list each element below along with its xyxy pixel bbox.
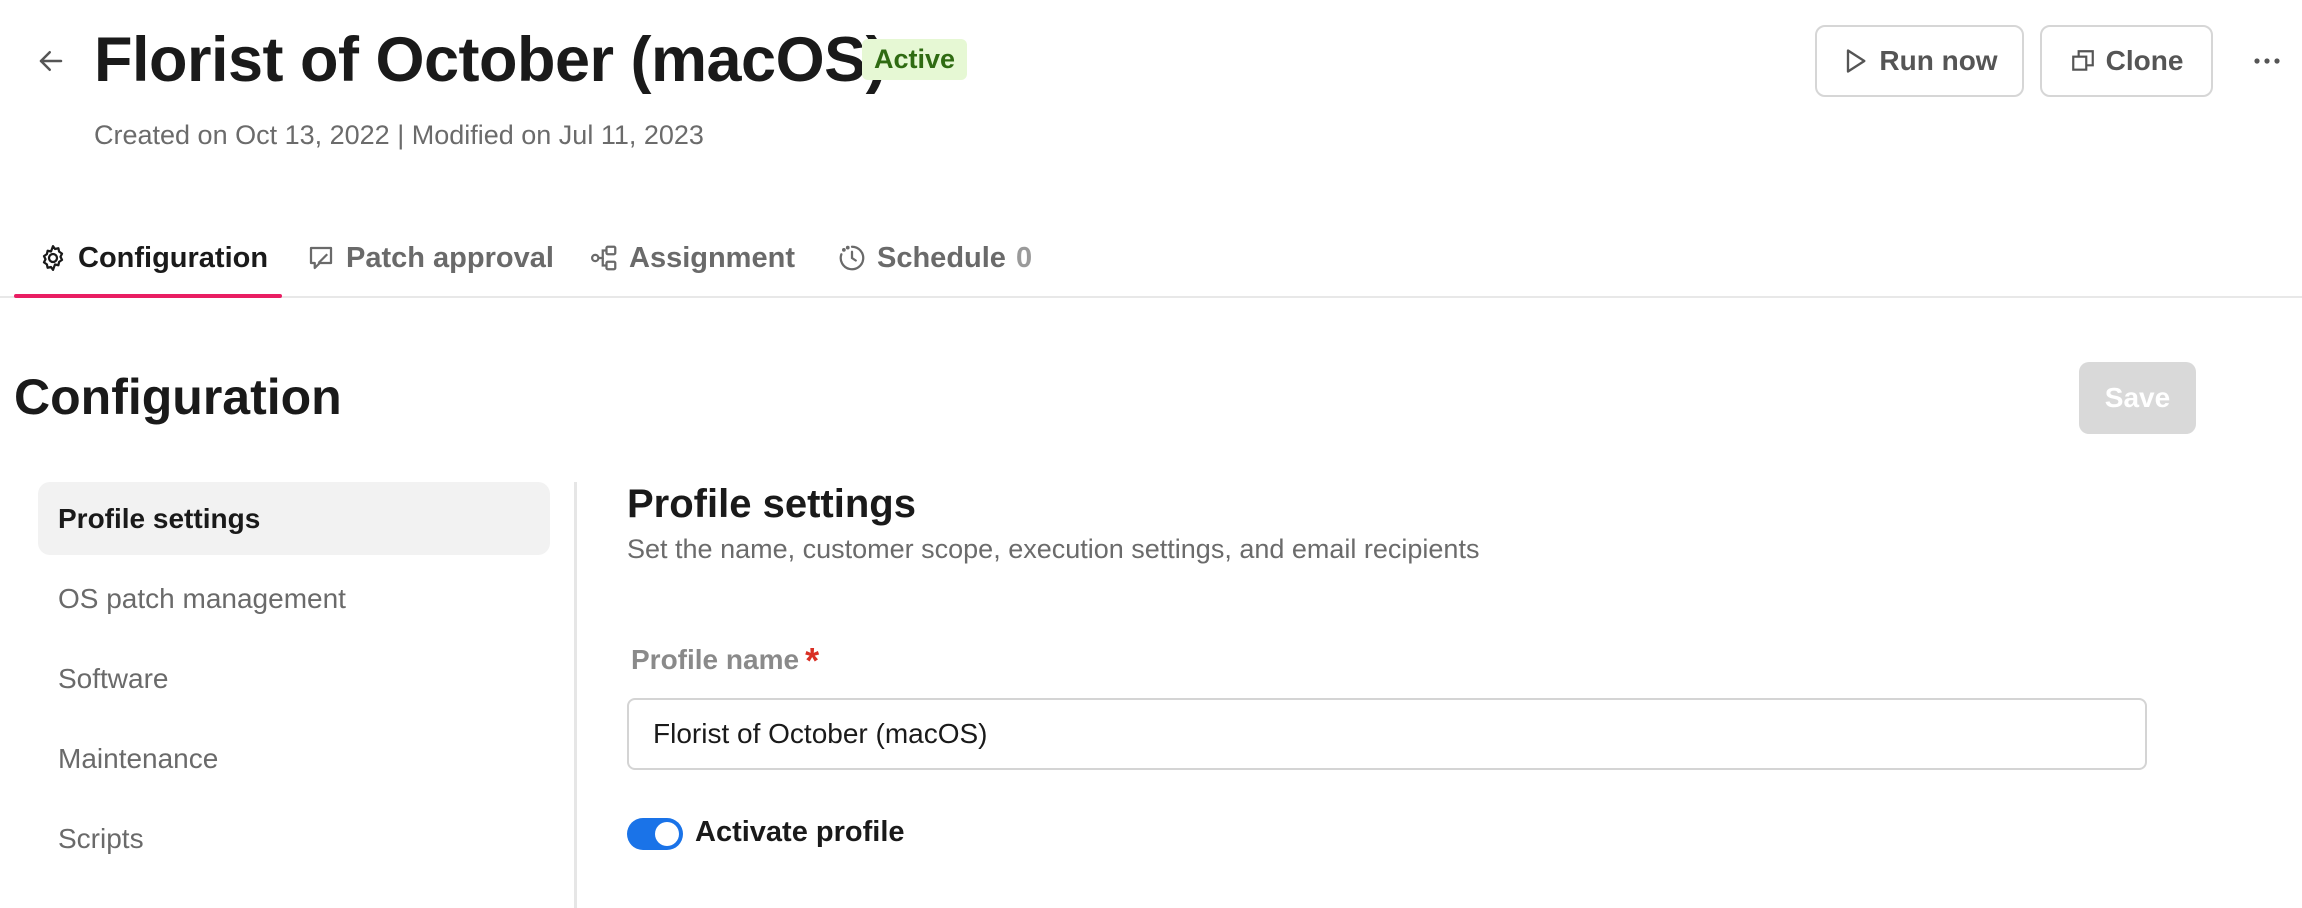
more-options-button[interactable] — [2243, 38, 2291, 84]
created-modified-info: Created on Oct 13, 2022 | Modified on Ju… — [94, 120, 704, 150]
back-button[interactable] — [28, 38, 74, 84]
tab-bar: Configuration Patch approval Assignment — [0, 218, 2302, 298]
profile-settings-subtitle: Set the name, customer scope, execution … — [627, 534, 1480, 564]
section-title: Configuration — [14, 369, 342, 425]
sidenav-item-scripts[interactable]: Scripts — [38, 802, 550, 875]
tab-schedule[interactable]: Schedule 0 — [837, 218, 1032, 298]
profile-name-label-text: Profile name — [631, 644, 800, 675]
save-button[interactable]: Save — [2079, 362, 2196, 434]
sidenav-divider — [574, 482, 577, 908]
required-indicator: * — [805, 640, 820, 681]
arrow-left-icon — [39, 51, 63, 71]
assignment-icon — [591, 245, 617, 271]
run-now-button[interactable]: Run now — [1815, 25, 2024, 97]
run-now-label: Run now — [1879, 45, 1998, 76]
more-horizontal-icon — [2254, 58, 2280, 64]
gear-icon — [42, 245, 64, 271]
toggle-knob — [655, 822, 679, 846]
tab-label: Assignment — [629, 241, 795, 274]
sidenav-item-profile-settings[interactable]: Profile settings — [38, 482, 550, 555]
copy-icon — [2071, 50, 2094, 71]
tab-label: Schedule — [877, 241, 1006, 274]
tab-label: Patch approval — [346, 241, 554, 274]
schedule-count: 0 — [1015, 241, 1033, 274]
tab-assignment[interactable]: Assignment — [589, 218, 795, 298]
sidenav-item-os-patch-management[interactable]: OS patch management — [38, 562, 550, 635]
page: Florist of October (macOS) Active Create… — [0, 0, 2302, 908]
tab-label: Configuration — [78, 241, 269, 274]
profile-name-input[interactable] — [627, 698, 2147, 770]
clone-button[interactable]: Clone — [2040, 25, 2213, 97]
schedule-icon — [839, 245, 865, 271]
sidenav-item-maintenance[interactable]: Maintenance — [38, 722, 550, 795]
tab-configuration[interactable]: Configuration — [38, 218, 268, 298]
tab-patch-approval[interactable]: Patch approval — [306, 218, 554, 298]
play-icon — [1847, 49, 1866, 73]
clone-label: Clone — [2105, 45, 2184, 76]
page-title: Florist of October (macOS) — [94, 25, 887, 95]
approval-icon — [309, 246, 333, 270]
activate-profile-label: Activate profile — [695, 816, 905, 848]
active-tab-indicator — [14, 294, 282, 298]
profile-name-label: Profile name * — [631, 640, 819, 682]
activate-profile-toggle[interactable] — [627, 818, 683, 850]
sidenav-item-software[interactable]: Software — [38, 642, 550, 715]
profile-settings-title: Profile settings — [627, 482, 916, 526]
status-badge: Active — [862, 39, 968, 80]
